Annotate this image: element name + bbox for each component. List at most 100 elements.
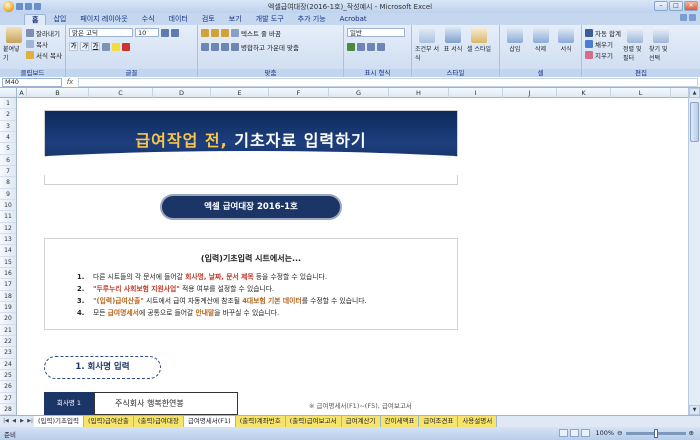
close-button[interactable]: ✕	[684, 1, 698, 11]
row-header[interactable]: 7	[0, 166, 16, 178]
row-header[interactable]: 27	[0, 393, 16, 404]
format-table-button[interactable]: 표 서식	[441, 27, 465, 62]
column-header[interactable]: D	[153, 88, 211, 98]
column-header[interactable]: J	[503, 88, 557, 98]
column-header[interactable]: F	[269, 88, 329, 98]
row-header[interactable]: 20	[0, 313, 16, 325]
sheet-tab[interactable]: (입력)기초입력	[34, 416, 84, 427]
formula-input[interactable]	[78, 77, 698, 87]
wrap-text-button[interactable]: 텍스트 줄 바꿈	[241, 28, 281, 38]
tab-view[interactable]: 보기	[222, 14, 249, 25]
copy-button[interactable]: 복사	[26, 38, 62, 49]
name-box[interactable]: M40	[2, 77, 62, 87]
orientation-icon[interactable]	[231, 28, 239, 37]
tab-page-layout[interactable]: 페이지 레이아웃	[73, 14, 134, 25]
row-header[interactable]: 10	[0, 200, 16, 212]
tab-acrobat[interactable]: Acrobat	[333, 14, 374, 25]
align-right-icon[interactable]	[221, 42, 229, 51]
delete-cells-button[interactable]: 삭제	[529, 27, 553, 53]
zoom-slider-knob[interactable]	[653, 428, 658, 438]
column-header[interactable]: E	[211, 88, 269, 98]
row-header[interactable]: 23	[0, 347, 16, 359]
first-sheet-icon[interactable]: |◀	[2, 417, 10, 426]
decimal-icon[interactable]	[377, 42, 385, 51]
shrink-font-icon[interactable]	[171, 28, 179, 37]
row-header[interactable]: 11	[0, 211, 16, 223]
ribbon-minimize-icon[interactable]	[689, 14, 696, 21]
scroll-up-icon[interactable]: ▲	[689, 88, 700, 98]
tab-home[interactable]: 홈	[24, 14, 47, 25]
row-header[interactable]: 14	[0, 245, 16, 257]
row-header[interactable]: 21	[0, 325, 16, 336]
last-sheet-icon[interactable]: ▶|	[26, 417, 34, 426]
sheet-tab[interactable]: 간이세액표	[380, 416, 420, 427]
row-header[interactable]: 22	[0, 336, 16, 348]
row-header[interactable]: 9	[0, 189, 16, 200]
worksheet[interactable]: 급여작업 전, 기초자료 입력하기 엑셀 급여대장 2016-1호 (입력)기초…	[17, 98, 688, 415]
zoom-out-icon[interactable]: ⊖	[617, 429, 622, 437]
row-header[interactable]: 19	[0, 302, 16, 314]
fill-button[interactable]: 채우기	[585, 38, 621, 49]
vertical-scrollbar[interactable]: ▲ ▼	[688, 88, 700, 415]
row-header[interactable]: 18	[0, 291, 16, 302]
sort-filter-button[interactable]: 정렬 및 필터	[623, 27, 647, 62]
conditional-format-button[interactable]: 조건부 서식	[415, 27, 439, 62]
grow-font-icon[interactable]	[161, 28, 169, 37]
align-center-icon[interactable]	[211, 42, 219, 51]
row-header[interactable]: 4	[0, 132, 16, 144]
row-header[interactable]: 6	[0, 155, 16, 166]
row-header[interactable]: 24	[0, 359, 16, 370]
help-icon[interactable]	[680, 14, 687, 21]
indent-icon[interactable]	[231, 42, 239, 51]
sheet-tab[interactable]: 급여명세서(F1)	[183, 416, 236, 427]
italic-button[interactable]: 가	[80, 42, 89, 51]
scroll-thumb[interactable]	[690, 102, 699, 142]
clear-button[interactable]: 지우기	[585, 49, 621, 60]
scroll-down-icon[interactable]: ▼	[689, 405, 700, 415]
sheet-tab[interactable]: (출력)급여대장	[133, 416, 184, 427]
align-bottom-icon[interactable]	[221, 28, 229, 37]
font-name-select[interactable]: 맑은 고딕	[69, 28, 133, 37]
sheet-tab[interactable]: 급여계산기	[341, 416, 381, 427]
row-header[interactable]: 26	[0, 381, 16, 393]
next-sheet-icon[interactable]: ▶	[18, 417, 26, 426]
fill-color-icon[interactable]	[112, 42, 120, 51]
sheet-tab[interactable]: (출력)급여보고서	[285, 416, 342, 427]
row-header[interactable]: 12	[0, 223, 16, 234]
percent-icon[interactable]	[357, 42, 365, 51]
merge-center-button[interactable]: 병합하고 가운데 맞춤	[241, 42, 299, 52]
cut-button[interactable]: 잘라내기	[26, 27, 62, 38]
row-header[interactable]: 25	[0, 370, 16, 382]
find-select-button[interactable]: 찾기 및 선택	[649, 27, 673, 62]
sheet-tab[interactable]: (출력)계좌번호	[235, 416, 286, 427]
zoom-in-icon[interactable]: ⊕	[689, 429, 694, 437]
column-header[interactable]: G	[329, 88, 389, 98]
tab-formulas[interactable]: 수식	[135, 14, 162, 25]
column-header[interactable]: A	[17, 88, 27, 98]
sheet-tab[interactable]: 급여조견표	[419, 416, 459, 427]
maximize-button[interactable]: □	[669, 1, 683, 11]
row-header[interactable]: 5	[0, 143, 16, 155]
column-header[interactable]: B	[27, 88, 89, 98]
format-painter-button[interactable]: 서식 복사	[26, 49, 62, 60]
tab-data[interactable]: 데이터	[162, 14, 195, 25]
sheet-tab[interactable]: 사용설명서	[458, 416, 498, 427]
align-left-icon[interactable]	[201, 42, 209, 51]
comma-icon[interactable]	[367, 42, 375, 51]
font-color-icon[interactable]	[122, 42, 130, 51]
row-header[interactable]: 2	[0, 109, 16, 121]
page-break-view-icon[interactable]	[581, 429, 590, 437]
prev-sheet-icon[interactable]: ◀	[10, 417, 18, 426]
normal-view-icon[interactable]	[559, 429, 568, 437]
insert-cells-button[interactable]: 삽입	[503, 27, 527, 53]
number-format-select[interactable]: 일반	[347, 28, 405, 37]
row-header[interactable]: 13	[0, 234, 16, 246]
zoom-slider[interactable]	[625, 428, 686, 438]
autosum-button[interactable]: 자동 합계	[585, 27, 621, 38]
row-header[interactable]: 15	[0, 257, 16, 268]
cell-styles-button[interactable]: 셀 스타일	[467, 27, 491, 62]
page-layout-view-icon[interactable]	[570, 429, 579, 437]
row-header[interactable]: 28	[0, 404, 16, 416]
currency-icon[interactable]	[347, 42, 355, 51]
border-icon[interactable]	[102, 42, 110, 51]
